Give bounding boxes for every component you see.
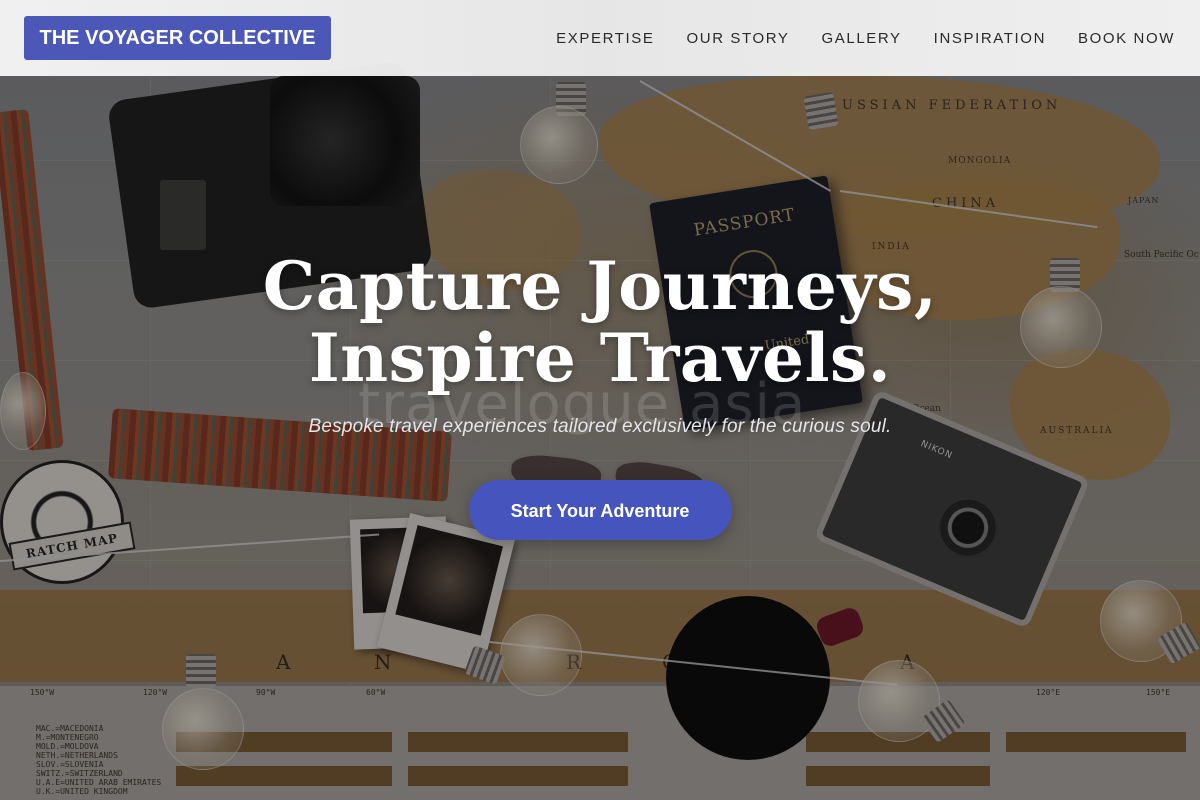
nav-link-gallery[interactable]: GALLERY: [822, 30, 902, 47]
top-navbar: THE VOYAGER COLLECTIVE EXPERTISE OUR STO…: [0, 0, 1200, 76]
nav-link-our-story[interactable]: OUR STORY: [687, 30, 790, 47]
hero-headline-line-2: Inspire Travels.: [308, 319, 892, 397]
hero-subtitle: Bespoke travel experiences tailored excl…: [308, 416, 892, 437]
nav-link-book-now[interactable]: BOOK NOW: [1078, 30, 1175, 47]
start-adventure-button[interactable]: Start Your Adventure: [468, 480, 732, 540]
hero-content: Capture Journeys, Inspire Travels. Bespo…: [0, 250, 1200, 540]
nav-links: EXPERTISE OUR STORY GALLERY INSPIRATION …: [556, 0, 1175, 76]
nav-link-expertise[interactable]: EXPERTISE: [556, 30, 654, 47]
hero-headline: Capture Journeys, Inspire Travels.: [0, 250, 1200, 394]
brand-logo-button[interactable]: THE VOYAGER COLLECTIVE: [24, 16, 331, 60]
hero-headline-line-1: Capture Journeys,: [262, 247, 938, 325]
nav-link-inspiration[interactable]: INSPIRATION: [934, 30, 1046, 47]
